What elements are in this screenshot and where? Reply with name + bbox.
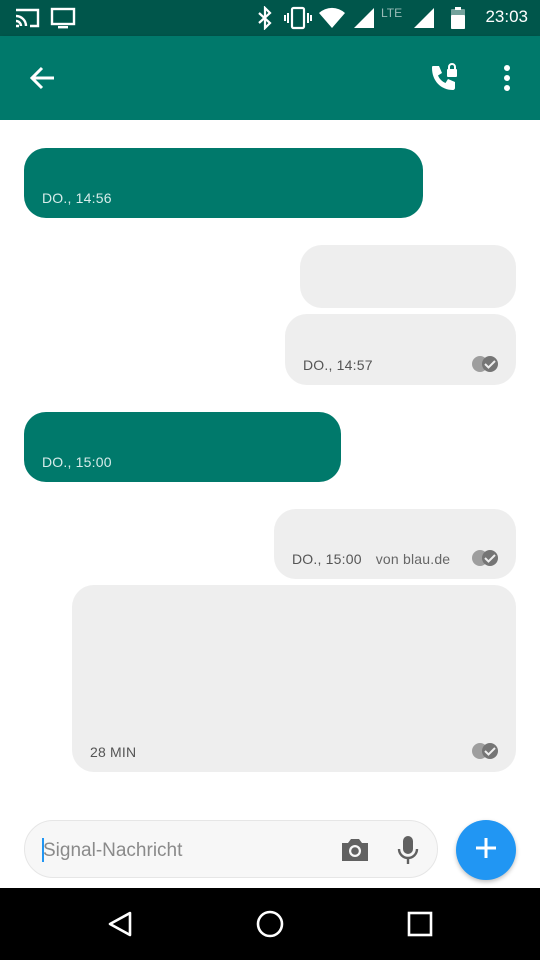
signal-icon <box>352 6 376 34</box>
delivered-check-icon <box>470 742 500 760</box>
bluetooth-icon <box>256 5 274 34</box>
delivered-check-icon <box>470 549 500 567</box>
back-triangle-icon[interactable] <box>102 906 138 942</box>
recents-square-icon[interactable] <box>402 906 438 942</box>
system-nav-bar <box>0 888 540 960</box>
back-arrow-icon[interactable] <box>20 36 64 120</box>
home-circle-icon[interactable] <box>252 906 288 942</box>
message-timestamp: DO., 15:00 <box>42 454 112 470</box>
message-bubble-outgoing[interactable]: DO., 14:57 <box>285 314 516 385</box>
wifi-icon <box>318 6 346 34</box>
vibrate-icon <box>284 6 312 34</box>
message-bubble-outgoing[interactable] <box>300 245 516 308</box>
status-clock: 23:03 <box>485 7 528 26</box>
network-type-label: LTE <box>381 6 403 20</box>
message-bubble-incoming[interactable]: DO., 15:00 <box>24 412 341 482</box>
message-input-placeholder[interactable]: Signal-Nachricht <box>43 840 182 862</box>
mic-icon[interactable] <box>390 833 426 867</box>
message-meta: DO., 15:00 von blau.de <box>292 551 450 567</box>
status-bar: LTE 23:03 <box>0 0 540 36</box>
message-timestamp: 28 MIN <box>90 744 137 760</box>
cast-icon <box>14 6 40 34</box>
message-timestamp: DO., 14:56 <box>42 190 112 206</box>
add-attachment-button[interactable] <box>456 820 516 880</box>
message-bubble-outgoing[interactable]: 28 MIN <box>72 585 516 772</box>
add-icon <box>474 836 498 864</box>
app-bar <box>0 36 540 120</box>
more-vert-icon[interactable] <box>490 36 524 120</box>
message-composer[interactable]: Signal-Nachricht <box>24 820 438 878</box>
message-timestamp: DO., 14:57 <box>303 357 373 373</box>
secure-call-icon[interactable] <box>422 36 466 120</box>
signal-icon <box>412 6 436 34</box>
message-timestamp: DO., 15:00 <box>292 551 362 567</box>
screen-icon <box>50 6 76 34</box>
message-bubble-incoming[interactable]: DO., 14:56 <box>24 148 423 218</box>
delivered-check-icon <box>470 355 500 373</box>
battery-icon <box>450 6 466 34</box>
conversation-list[interactable]: DO., 14:56 DO., 14:57 DO., 15:00 DO., 15… <box>0 120 540 806</box>
camera-icon[interactable] <box>337 833 373 867</box>
message-carrier-label: von blau.de <box>375 551 451 567</box>
message-bubble-outgoing[interactable]: DO., 15:00 von blau.de <box>274 509 516 579</box>
